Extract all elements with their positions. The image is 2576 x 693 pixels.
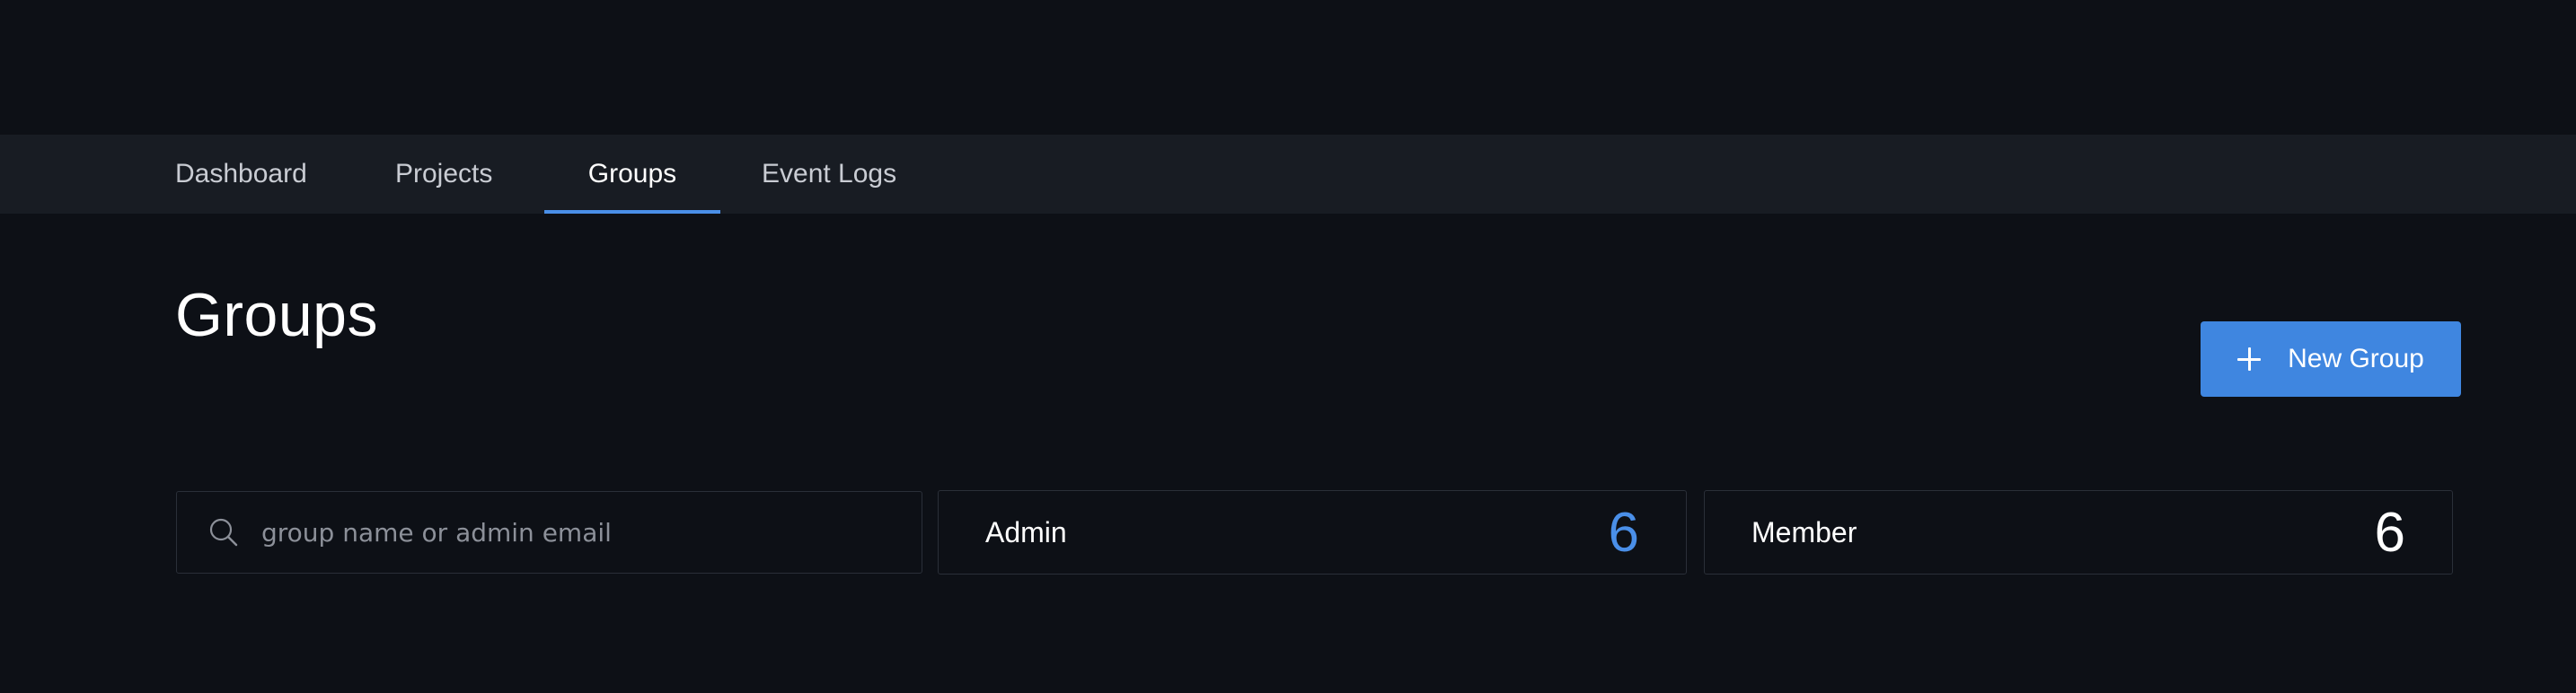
top-nav: Dashboard Projects Groups Event Logs	[0, 135, 2576, 214]
new-group-button[interactable]: New Group	[2201, 321, 2461, 397]
tab-event-logs[interactable]: Event Logs	[762, 135, 914, 214]
admin-stat-card[interactable]: Admin 6	[938, 490, 1687, 575]
search-icon	[209, 518, 238, 547]
admin-count: 6	[1608, 501, 1639, 564]
top-spacer	[0, 0, 2576, 135]
tab-dashboard[interactable]: Dashboard	[175, 135, 310, 214]
admin-label: Admin	[985, 515, 1067, 548]
page-title: Groups	[175, 281, 378, 349]
search-box	[176, 491, 922, 574]
plus-icon	[2237, 347, 2262, 371]
search-input[interactable]	[261, 505, 922, 559]
tab-projects[interactable]: Projects	[395, 135, 503, 214]
tab-groups[interactable]: Groups	[544, 135, 720, 214]
member-label: Member	[1751, 515, 1857, 548]
member-stat-card[interactable]: Member 6	[1704, 490, 2453, 575]
new-group-label: New Group	[2288, 344, 2424, 373]
member-count: 6	[2374, 501, 2405, 564]
